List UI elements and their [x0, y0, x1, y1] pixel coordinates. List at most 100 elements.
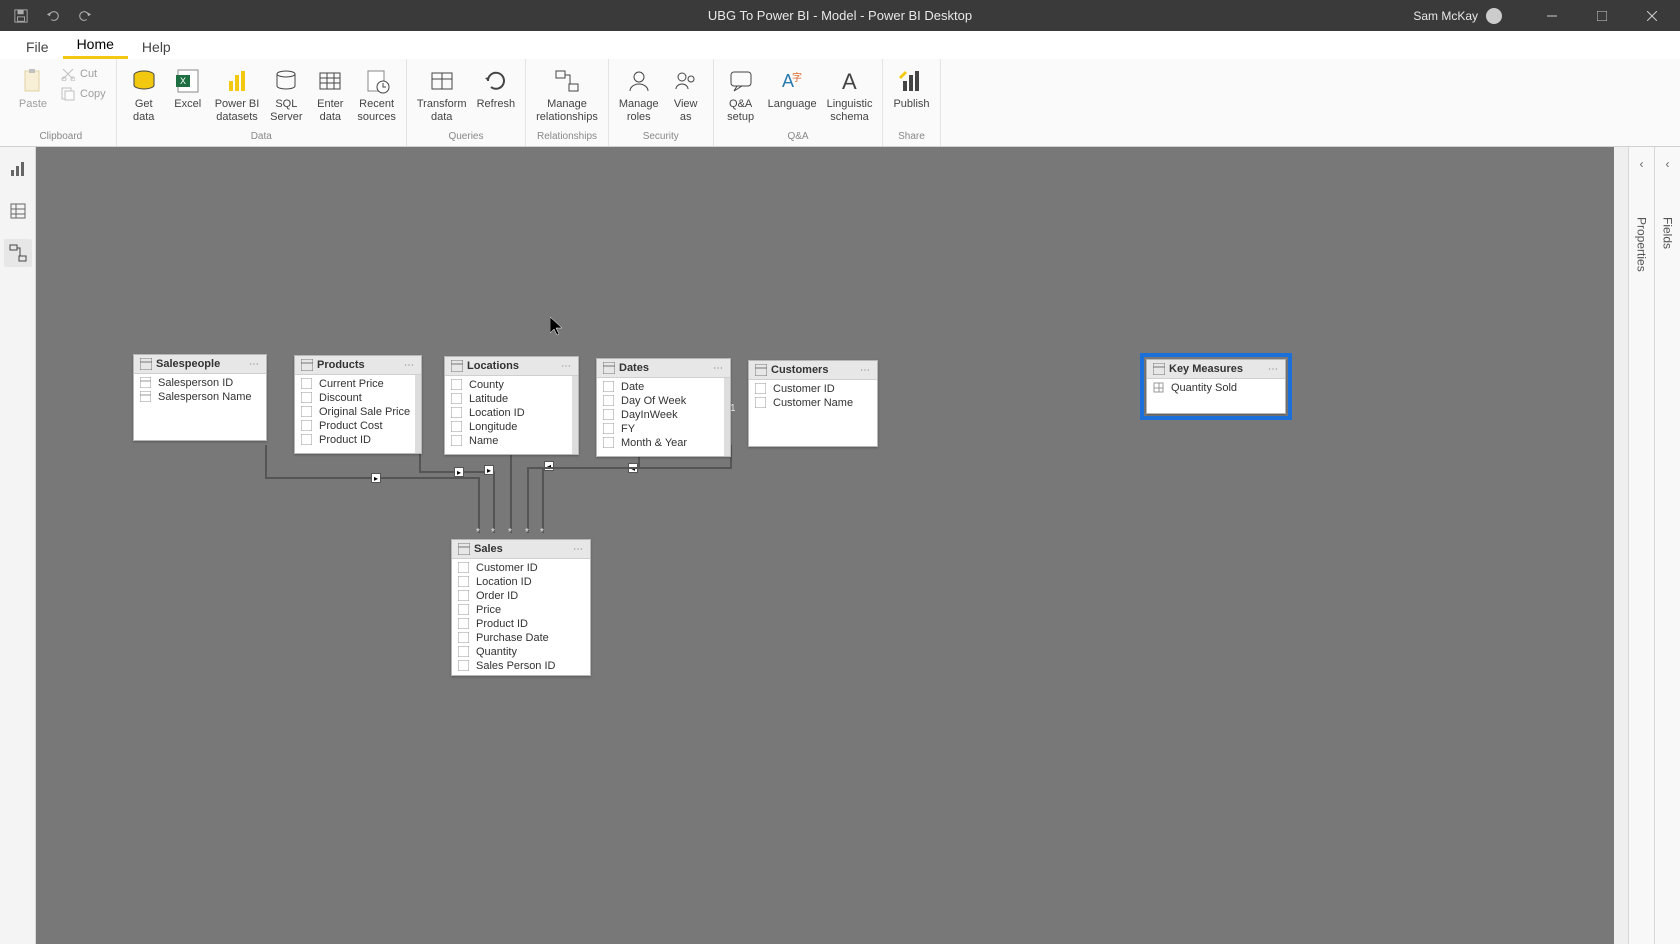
- field-row[interactable]: FY: [597, 422, 730, 436]
- qna-setup-button[interactable]: Q&A setup: [720, 63, 762, 125]
- table-menu-button[interactable]: ⋯: [860, 365, 871, 376]
- fields-tab[interactable]: Fields: [1659, 211, 1677, 255]
- field-row[interactable]: Salesperson ID: [134, 376, 266, 390]
- cardinality-many: *: [508, 527, 512, 538]
- manage-relationships-button[interactable]: Manage relationships: [532, 63, 602, 125]
- table-dates[interactable]: Dates ⋯ Date Day Of Week DayInWeek FY Mo…: [596, 358, 731, 457]
- table-menu-button[interactable]: ⋯: [1268, 364, 1279, 375]
- table-locations[interactable]: Locations ⋯ County Latitude Location ID …: [444, 356, 579, 455]
- expand-fields-button[interactable]: ‹: [1666, 157, 1670, 171]
- field-row[interactable]: Current Price: [295, 377, 421, 391]
- field-icon: [603, 381, 615, 393]
- field-row[interactable]: Product ID: [452, 617, 590, 631]
- linguistic-schema-button[interactable]: A Linguistic schema: [823, 63, 877, 125]
- cursor-icon: [550, 317, 564, 337]
- properties-tab[interactable]: Properties: [1633, 211, 1651, 278]
- recent-sources-button[interactable]: Recent sources: [353, 63, 400, 125]
- field-icon: [458, 590, 470, 602]
- field-row[interactable]: Day Of Week: [597, 394, 730, 408]
- excel-button[interactable]: X Excel: [167, 63, 209, 113]
- field-row[interactable]: Original Sale Price: [295, 405, 421, 419]
- table-key-measures[interactable]: Key Measures ⋯ Quantity Sold: [1146, 359, 1286, 414]
- powerbi-datasets-button[interactable]: Power BI datasets: [211, 63, 264, 125]
- cardinality-many: *: [476, 527, 480, 538]
- get-data-button[interactable]: Get data: [123, 63, 165, 125]
- redo-icon[interactable]: [78, 9, 92, 23]
- table-menu-button[interactable]: ⋯: [713, 363, 724, 374]
- model-canvas[interactable]: 1 ▸ 1 ▸ 1 ▸ ◂ ◂ 1: [36, 147, 1628, 944]
- save-icon[interactable]: [14, 9, 28, 23]
- table-menu-button[interactable]: ⋯: [249, 359, 260, 370]
- paste-button: Paste: [12, 63, 54, 113]
- menu-help[interactable]: Help: [128, 33, 185, 59]
- field-icon: [301, 378, 313, 390]
- title-bar: UBG To Power BI - Model - Power BI Deskt…: [0, 0, 1680, 31]
- expand-properties-button[interactable]: ‹: [1640, 157, 1644, 171]
- field-row[interactable]: Longitude: [445, 420, 578, 434]
- table-menu-button[interactable]: ⋯: [573, 544, 584, 555]
- field-row[interactable]: Purchase Date: [452, 631, 590, 645]
- table-menu-button[interactable]: ⋯: [561, 361, 572, 372]
- ribbon-group-share: Publish Share: [883, 59, 940, 146]
- field-row[interactable]: DayInWeek: [597, 408, 730, 422]
- fields-pane-collapsed: ‹ Fields: [1654, 147, 1680, 944]
- svg-text:A: A: [842, 69, 857, 94]
- field-row[interactable]: Price: [452, 603, 590, 617]
- filter-direction-icon: ▸: [371, 473, 381, 483]
- enter-data-button[interactable]: Enter data: [309, 63, 351, 125]
- table-icon: [1153, 363, 1165, 375]
- field-row[interactable]: Date: [597, 380, 730, 394]
- report-view-button[interactable]: [4, 155, 32, 183]
- field-row[interactable]: Customer ID: [749, 382, 877, 396]
- cardinality-many: *: [540, 527, 544, 538]
- field-row[interactable]: County: [445, 378, 578, 392]
- maximize-button[interactable]: [1582, 0, 1622, 31]
- field-row[interactable]: Quantity: [452, 645, 590, 659]
- language-button[interactable]: A字 Language: [764, 63, 821, 113]
- field-icon: [603, 423, 615, 435]
- menu-file[interactable]: File: [12, 33, 63, 59]
- close-button[interactable]: [1632, 0, 1672, 31]
- sql-server-icon: [270, 65, 302, 97]
- table-menu-button[interactable]: ⋯: [404, 360, 415, 371]
- field-row[interactable]: Customer Name: [749, 396, 877, 410]
- manage-roles-button[interactable]: Manage roles: [615, 63, 663, 125]
- user-account[interactable]: Sam McKay: [1413, 8, 1502, 24]
- field-row[interactable]: Latitude: [445, 392, 578, 406]
- field-row[interactable]: Location ID: [445, 406, 578, 420]
- publish-button[interactable]: Publish: [889, 63, 933, 113]
- svg-text:字: 字: [792, 71, 802, 84]
- table-products[interactable]: Products ⋯ Current Price Discount Origin…: [294, 355, 422, 454]
- field-row[interactable]: Salesperson Name: [134, 390, 266, 404]
- field-row[interactable]: Quantity Sold: [1147, 381, 1285, 395]
- field-row[interactable]: Location ID: [452, 575, 590, 589]
- transform-data-button[interactable]: Transform data: [413, 63, 471, 125]
- table-sales[interactable]: Sales ⋯ Customer ID Location ID Order ID…: [451, 539, 591, 676]
- table-salespeople[interactable]: Salespeople ⋯ Salesperson ID Salesperson…: [133, 354, 267, 441]
- field-row[interactable]: Name: [445, 434, 578, 448]
- measure-icon: [1153, 382, 1165, 394]
- field-row[interactable]: Customer ID: [452, 561, 590, 575]
- field-icon: [451, 435, 463, 447]
- sql-server-button[interactable]: SQL Server: [265, 63, 307, 125]
- menu-home[interactable]: Home: [63, 30, 128, 59]
- field-row[interactable]: Product Cost: [295, 419, 421, 433]
- field-row[interactable]: Product ID: [295, 433, 421, 447]
- undo-icon[interactable]: [46, 9, 60, 23]
- field-row[interactable]: Sales Person ID: [452, 659, 590, 673]
- minimize-button[interactable]: [1532, 0, 1572, 31]
- field-row[interactable]: Discount: [295, 391, 421, 405]
- language-icon: A字: [776, 65, 808, 97]
- field-icon: [301, 434, 313, 446]
- field-row[interactable]: Order ID: [452, 589, 590, 603]
- field-icon: [458, 646, 470, 658]
- refresh-button[interactable]: Refresh: [473, 63, 520, 113]
- copy-icon: [60, 86, 76, 102]
- model-view-button[interactable]: [4, 239, 32, 267]
- view-as-button[interactable]: View as: [665, 63, 707, 125]
- refresh-icon: [480, 65, 512, 97]
- field-row[interactable]: Month & Year: [597, 436, 730, 450]
- data-view-button[interactable]: [4, 197, 32, 225]
- vertical-scrollbar[interactable]: [1614, 147, 1628, 944]
- table-customers[interactable]: Customers ⋯ Customer ID Customer Name: [748, 360, 878, 447]
